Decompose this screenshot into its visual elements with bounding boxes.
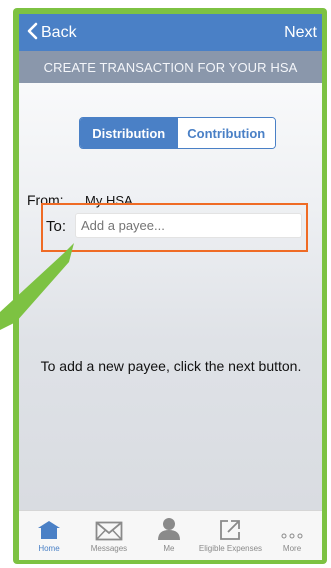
envelope-icon xyxy=(79,511,139,541)
home-icon xyxy=(19,511,79,541)
tab-more[interactable]: More xyxy=(262,511,322,560)
transaction-type-segmented-control: Distribution Contribution xyxy=(79,117,276,149)
tab-messages-label: Messages xyxy=(90,544,128,553)
person-icon xyxy=(139,511,199,541)
segment-contribution[interactable]: Contribution xyxy=(177,118,275,148)
chevron-left-icon xyxy=(27,22,38,45)
navigation-bar: Back Next xyxy=(19,14,322,51)
segment-distribution[interactable]: Distribution xyxy=(80,118,178,148)
tab-me[interactable]: Me xyxy=(139,511,199,560)
tab-bar: Home Messages Me Eligible Expenses More xyxy=(19,510,322,560)
page-title: CREATE TRANSACTION FOR YOUR HSA xyxy=(19,51,322,83)
tab-more-label: More xyxy=(282,544,302,553)
next-button[interactable]: Next xyxy=(284,24,317,42)
more-dots-icon xyxy=(262,511,322,541)
tab-eligible-expenses-label: Eligible Expenses xyxy=(198,544,263,553)
payee-input[interactable] xyxy=(75,213,302,238)
tab-me-label: Me xyxy=(163,544,175,553)
tab-home[interactable]: Home xyxy=(19,511,79,560)
back-button[interactable]: Back xyxy=(27,22,77,44)
phone-screen: Back Next CREATE TRANSACTION FOR YOUR HS… xyxy=(19,14,322,560)
tab-home-label: Home xyxy=(38,544,60,553)
back-button-label: Back xyxy=(41,24,77,41)
to-label: To: xyxy=(46,218,67,235)
tab-messages[interactable]: Messages xyxy=(79,511,139,560)
external-link-icon xyxy=(199,511,262,541)
tab-eligible-expenses[interactable]: Eligible Expenses xyxy=(199,511,262,560)
add-payee-hint: To add a new payee, click the next butto… xyxy=(40,358,302,374)
